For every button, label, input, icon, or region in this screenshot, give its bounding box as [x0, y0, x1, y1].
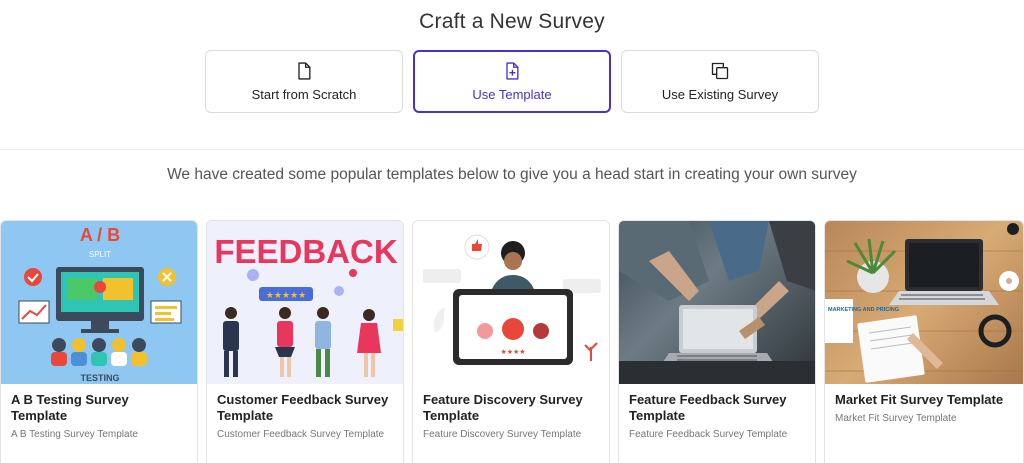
feature-feedback-thumbnail — [619, 221, 815, 384]
use-existing-survey-label: Use Existing Survey — [661, 87, 779, 102]
use-template-label: Use Template — [472, 87, 552, 102]
template-subtitle: Feature Discovery Survey Template — [423, 429, 582, 440]
customer-feedback-illustration: FEEDBACK ★★★★★ — [214, 233, 403, 377]
start-from-scratch-label: Start from Scratch — [251, 87, 357, 102]
ab-label: A / B — [80, 225, 120, 245]
template-title: Feature Discovery Survey Template — [423, 392, 583, 423]
template-card-feature-feedback[interactable]: Feature Feedback Survey Template Feature… — [618, 220, 816, 463]
template-subtitle: A B Testing Survey Template — [11, 429, 138, 440]
page-title: Craft a New Survey — [419, 10, 605, 33]
template-card-customer-feedback[interactable]: FEEDBACK ★★★★★ Customer Feedback Survey … — [206, 220, 404, 463]
section-divider — [0, 149, 1024, 150]
rating-stars: ★★★★★ — [266, 291, 306, 301]
feature-discovery-illustration: ★★★★ — [423, 234, 601, 365]
market-fit-thumbnail: MARKETING AND PRICING — [825, 221, 1023, 384]
start-from-scratch-button[interactable]: Start from Scratch — [205, 50, 403, 113]
template-card-feature-discovery[interactable]: ★★★★ Feature Discovery Survey Template F… — [412, 220, 610, 463]
template-subtitle: Market Fit Survey Template — [835, 413, 957, 424]
feature-feedback-photo — [619, 221, 815, 384]
template-card-market-fit[interactable]: MARKETING AND PRICING Market Fit Survey … — [824, 220, 1024, 463]
template-title: Market Fit Survey Template — [835, 392, 1004, 407]
ab-testing-illustration: A / B SPLIT TESTING — [1, 225, 197, 384]
file-plus-icon — [506, 62, 519, 80]
feedback-word: FEEDBACK — [214, 233, 398, 270]
template-subtitle: Feature Feedback Survey Template — [629, 429, 788, 440]
use-template-button[interactable]: Use Template — [413, 50, 611, 113]
rating-stars: ★★★★ — [500, 348, 525, 356]
split-label: SPLIT — [89, 250, 111, 259]
customer-feedback-thumbnail: FEEDBACK ★★★★★ — [207, 221, 403, 384]
ab-testing-thumbnail: A / B SPLIT TESTING — [1, 221, 197, 384]
template-title: Customer Feedback Survey Template — [217, 392, 389, 423]
template-subtitle: Customer Feedback Survey Template — [217, 429, 385, 440]
market-fit-photo: MARKETING AND PRICING — [825, 223, 1023, 383]
file-icon — [298, 62, 311, 80]
template-list: A / B SPLIT TESTING A B Testing Survey T… — [0, 220, 1024, 463]
template-title: A B Testing Survey Template — [11, 392, 129, 423]
feature-discovery-thumbnail: ★★★★ — [413, 221, 609, 384]
testing-label: TESTING — [80, 373, 119, 383]
use-existing-survey-button[interactable]: Use Existing Survey — [621, 50, 819, 113]
template-card-ab-testing[interactable]: A / B SPLIT TESTING A B Testing Survey T… — [0, 220, 198, 463]
templates-intro-text: We have created some popular templates b… — [167, 166, 857, 183]
book-title: MARKETING AND PRICING — [828, 307, 899, 313]
template-title: Feature Feedback Survey Template — [629, 392, 787, 423]
copy-icon — [711, 62, 729, 80]
creation-options: Start from Scratch Use Template Use Exis… — [0, 50, 1024, 113]
